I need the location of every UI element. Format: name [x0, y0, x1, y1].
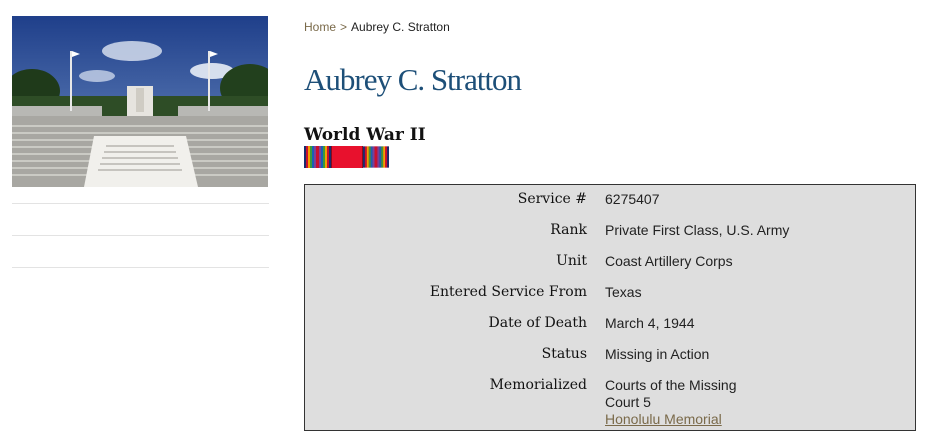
rank-value: Private First Class, U.S. Army	[605, 222, 790, 238]
unit-label: Unit	[556, 253, 587, 269]
breadcrumb-home-link[interactable]: Home	[304, 20, 336, 34]
date-of-death-label: Date of Death	[488, 315, 588, 331]
service-details-box: Service # 6275407 Rank Private First Cla…	[304, 184, 916, 431]
memorialized-line2: Court 5	[605, 394, 651, 410]
status-label: Status	[541, 346, 587, 362]
page-title: Aubrey C. Stratton	[304, 62, 522, 97]
memorialized-link-wrap: Honolulu Memorial	[605, 411, 722, 428]
memorialized-label: Memorialized	[489, 377, 587, 393]
conflict-heading: World War II	[304, 125, 426, 145]
service-ribbons	[304, 146, 389, 168]
status-value: Missing in Action	[605, 346, 710, 362]
date-of-death-value: March 4, 1944	[605, 315, 695, 331]
unit-value: Coast Artillery Corps	[605, 253, 733, 269]
breadcrumb-current: Aubrey C. Stratton	[351, 20, 450, 34]
ww2-victory-ribbon-icon	[304, 146, 331, 168]
service-number-value: 6275407	[605, 191, 660, 207]
red-service-ribbon-icon	[331, 146, 363, 168]
sidebar-divider	[12, 235, 269, 236]
rank-label: Rank	[550, 222, 587, 238]
memorial-photo	[12, 16, 268, 187]
honolulu-memorial-link[interactable]: Honolulu Memorial	[605, 411, 722, 427]
entered-service-value: Texas	[605, 284, 642, 300]
entered-service-label: Entered Service From	[429, 284, 587, 300]
breadcrumb: Home > Aubrey C. Stratton	[304, 20, 450, 34]
sidebar-divider	[12, 203, 269, 204]
sidebar	[12, 16, 269, 268]
ww2-victory-ribbon-icon	[363, 146, 389, 168]
sidebar-divider	[12, 267, 269, 268]
breadcrumb-separator: >	[340, 20, 348, 34]
memorialized-line1: Courts of the Missing	[605, 377, 737, 393]
service-number-label: Service #	[517, 191, 587, 207]
